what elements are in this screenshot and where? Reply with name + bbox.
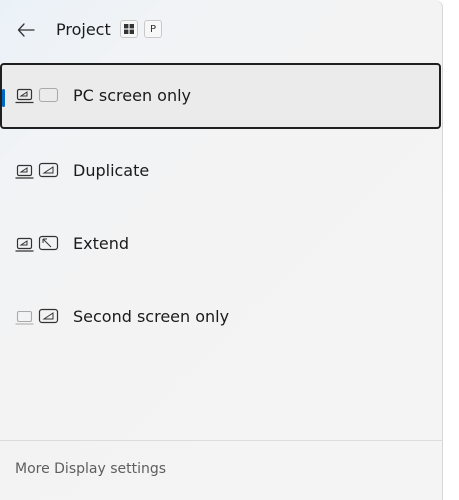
option-label: Duplicate [73, 161, 150, 180]
option-label: Second screen only [73, 307, 230, 326]
option-extend[interactable]: Extend [0, 211, 441, 277]
option-duplicate[interactable]: Duplicate [0, 138, 441, 204]
page-title: Project [56, 20, 111, 39]
flyout-header: Project P [0, 0, 443, 60]
extend-icon [15, 235, 59, 252]
pc-screen-only-icon [15, 87, 59, 104]
windows-key-badge [120, 20, 138, 38]
more-display-settings-link[interactable]: More Display settings [15, 459, 166, 479]
footer-divider [0, 440, 443, 441]
option-label: PC screen only [73, 86, 192, 105]
p-key-badge: P [144, 20, 162, 38]
option-pc-screen-only[interactable]: PC screen only [0, 63, 441, 129]
selection-indicator [2, 89, 5, 107]
second-screen-only-icon [15, 308, 59, 325]
option-second-screen-only[interactable]: Second screen only [0, 284, 441, 350]
arrow-left-icon [17, 23, 35, 37]
windows-logo-icon [124, 24, 134, 34]
project-flyout: Project P PC screen only Duplicate Exten… [0, 0, 443, 500]
duplicate-icon [15, 162, 59, 179]
option-label: Extend [73, 234, 129, 253]
back-button[interactable] [10, 14, 42, 46]
